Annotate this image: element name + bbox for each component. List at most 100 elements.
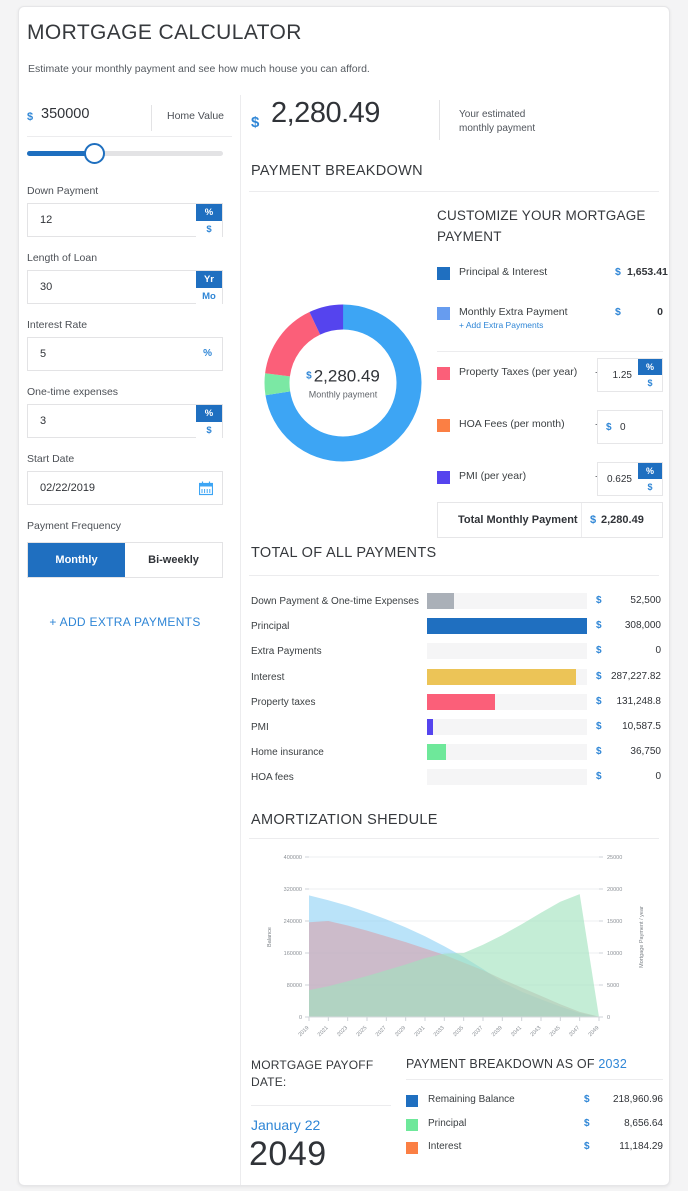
row-label: Down Payment & One-time Expenses xyxy=(251,596,419,607)
unit-month[interactable]: Mo xyxy=(196,288,222,305)
slider-thumb[interactable] xyxy=(83,143,105,164)
estimate-note-line1: Your estimated xyxy=(459,109,526,120)
unit-toggle[interactable]: % $ xyxy=(638,359,662,391)
unit-dollar[interactable]: $ xyxy=(638,375,662,391)
unit-percent[interactable]: % xyxy=(196,405,222,422)
currency-symbol: $ xyxy=(615,306,621,318)
svg-text:240000: 240000 xyxy=(284,919,302,925)
total-payments-row: HOA fees $0 xyxy=(251,767,663,792)
payment-breakdown-row: Interest $11,184.29 xyxy=(406,1138,663,1162)
bar-track xyxy=(427,769,587,786)
total-payments-row: Down Payment & One-time Expenses $52,500 xyxy=(251,591,663,616)
total-monthly-payment-row: Total Monthly Payment $ 2,280.49 xyxy=(437,502,663,538)
row-label: HOA Fees (per month) xyxy=(459,418,565,430)
total-payments-row: Interest $287,227.82 xyxy=(251,667,663,692)
svg-text:2025: 2025 xyxy=(356,1025,369,1038)
total-payments-row: Property taxes $131,248.8 xyxy=(251,692,663,717)
svg-text:5000: 5000 xyxy=(607,983,619,989)
row-value: 36,750 xyxy=(630,746,661,758)
home-value-input[interactable]: 350000 xyxy=(41,106,89,122)
unit-percent: % xyxy=(203,348,212,359)
svg-text:2031: 2031 xyxy=(414,1025,427,1038)
color-swatch xyxy=(406,1142,418,1154)
start-date-input[interactable]: 02/22/2019 xyxy=(27,471,223,505)
bar-fill xyxy=(427,744,447,761)
customize-row-principal-interest: Principal & Interest $ 1,653.41 xyxy=(437,263,668,293)
row-value: 1,653.41 xyxy=(627,266,668,278)
mortgage-payoff-heading: MORTGAGE PAYOFF DATE: xyxy=(251,1058,374,1089)
divider xyxy=(151,105,152,131)
unit-toggle[interactable]: Yr Mo xyxy=(196,271,222,305)
currency-symbol: $ xyxy=(596,595,602,606)
page-subtitle: Estimate your monthly payment and see ho… xyxy=(28,63,370,75)
bar-track xyxy=(427,719,587,735)
heading-year[interactable]: 2032 xyxy=(598,1057,627,1071)
frequency-option-monthly[interactable]: Monthly xyxy=(28,543,125,577)
field-value: 12 xyxy=(40,214,53,226)
home-value-slider[interactable] xyxy=(27,143,223,164)
currency-symbol: $ xyxy=(584,1141,590,1152)
unit-dollar[interactable]: $ xyxy=(196,422,222,439)
currency-symbol: $ xyxy=(596,695,602,707)
row-value: 0 xyxy=(655,771,661,783)
row-label: HOA fees xyxy=(251,772,294,784)
unit-percent[interactable]: % xyxy=(638,463,662,479)
field-payment-frequency: Payment Frequency xyxy=(27,520,223,538)
field-label: One-time expenses xyxy=(27,386,119,398)
row-value: 218,960.96 xyxy=(612,1094,663,1105)
field-label: Down Payment xyxy=(27,185,99,197)
page-title: MORTGAGE CALCULATOR xyxy=(27,21,302,44)
section-payment-breakdown: PAYMENT BREAKDOWN xyxy=(251,163,423,179)
home-value-row: $ 350000 Home Value xyxy=(27,105,232,137)
add-extra-payments-sublink[interactable]: + Add Extra Payments xyxy=(459,320,543,330)
one-time-expenses-input[interactable]: 3 % $ xyxy=(27,404,223,439)
svg-text:2033: 2033 xyxy=(433,1025,446,1038)
total-payments-row: Principal $308,000 xyxy=(251,616,663,641)
svg-text:20000: 20000 xyxy=(607,887,622,893)
payment-frequency-toggle[interactable]: Monthly Bi-weekly xyxy=(27,542,223,578)
field-label: Length of Loan xyxy=(27,252,98,264)
svg-text:320000: 320000 xyxy=(284,887,302,893)
field-label: Interest Rate xyxy=(27,319,88,331)
estimate-note-line2: monthly payment xyxy=(459,123,536,134)
total-payments-row: Extra Payments $0 xyxy=(251,641,663,666)
field-label: Payment Frequency xyxy=(27,520,121,532)
color-swatch xyxy=(437,367,450,380)
add-extra-payments-link[interactable]: + ADD EXTRA PAYMENTS xyxy=(27,615,223,629)
frequency-option-biweekly[interactable]: Bi-weekly xyxy=(125,543,222,577)
svg-text:2037: 2037 xyxy=(472,1025,485,1038)
row-label: Extra Payments xyxy=(251,646,322,658)
bar-track xyxy=(427,668,587,685)
down-payment-input[interactable]: 12 % $ xyxy=(27,203,223,238)
unit-toggle[interactable]: % $ xyxy=(196,405,222,439)
estimate-note: Your estimated monthly payment xyxy=(459,108,535,136)
interest-rate-input[interactable]: 5 % xyxy=(27,337,223,371)
svg-text:25000: 25000 xyxy=(607,855,622,861)
currency-symbol: $ xyxy=(596,721,602,732)
unit-percent[interactable]: % xyxy=(196,204,222,221)
total-label: Total Monthly Payment xyxy=(458,514,578,526)
pmi-input[interactable]: 0.625 % $ xyxy=(597,462,663,496)
hoa-fees-input[interactable]: $ 0 xyxy=(597,410,663,444)
unit-dollar[interactable]: $ xyxy=(196,221,222,238)
row-label: Interest xyxy=(428,1141,462,1152)
row-value: 287,227.82 xyxy=(610,670,661,682)
input-value: 0 xyxy=(620,422,626,433)
currency-symbol: $ xyxy=(596,771,602,783)
unit-toggle[interactable]: % $ xyxy=(638,463,662,495)
input-sidebar: $ 350000 Home Value Down Payment 12 % $ … xyxy=(19,95,241,1185)
row-label: Principal & Interest xyxy=(459,266,548,278)
color-swatch xyxy=(437,267,450,280)
length-of-loan-input[interactable]: 30 Yr Mo xyxy=(27,270,223,305)
calendar-icon[interactable] xyxy=(198,481,214,501)
section-total-of-all-payments: TOTAL OF ALL PAYMENTS xyxy=(251,545,437,561)
unit-dollar[interactable]: $ xyxy=(638,479,662,495)
unit-year[interactable]: Yr xyxy=(196,271,222,288)
property-taxes-input[interactable]: 1.25 % $ xyxy=(597,358,663,392)
payment-breakdown-row: Principal $8,656.64 xyxy=(406,1115,663,1139)
bar-track xyxy=(427,693,587,710)
svg-text:2049: 2049 xyxy=(588,1025,601,1038)
svg-text:2027: 2027 xyxy=(375,1025,388,1038)
unit-percent[interactable]: % xyxy=(638,359,662,375)
unit-toggle[interactable]: % $ xyxy=(196,204,222,238)
